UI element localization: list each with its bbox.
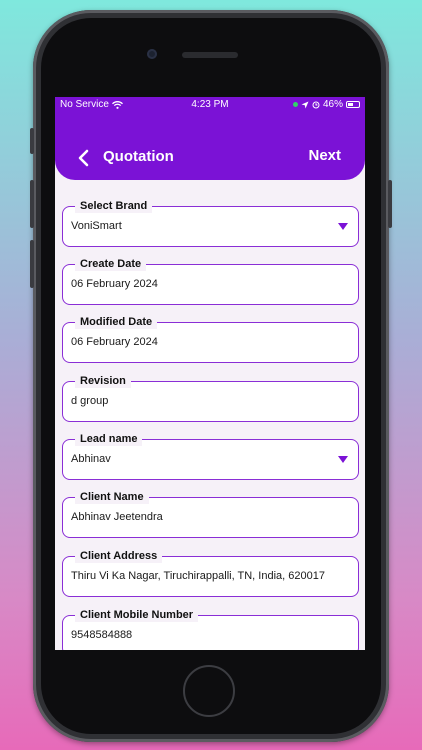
location-arrow-icon [301, 101, 309, 108]
back-chevron-icon[interactable] [77, 149, 91, 167]
field-value[interactable]: Thiru Vi Ka Nagar, Tiruchirappalli, TN, … [71, 570, 325, 582]
battery-level [348, 103, 353, 106]
front-camera [147, 49, 157, 59]
field-client-address[interactable]: Client Address Thiru Vi Ka Nagar, Tiruchi… [62, 549, 359, 597]
phone-volume-down [30, 240, 34, 288]
caret-down-icon[interactable] [338, 456, 348, 463]
page-title: Quotation [103, 148, 174, 165]
field-value[interactable]: 9548584888 [71, 629, 132, 641]
field-value[interactable]: Abhinav Jeetendra [71, 511, 163, 523]
caret-down-icon[interactable] [338, 223, 348, 230]
field-label: Revision [75, 374, 131, 388]
phone-side-button [30, 128, 34, 154]
field-label: Create Date [75, 257, 147, 271]
field-client-name[interactable]: Client Name Abhinav Jeetendra [62, 490, 359, 538]
dropdown-lead-name[interactable]: Lead name Abhinav [62, 432, 359, 480]
field-value[interactable]: 06 February 2024 [71, 278, 158, 290]
phone-power-button [388, 180, 392, 228]
field-value[interactable]: VoniSmart [71, 220, 122, 232]
field-value[interactable]: 06 February 2024 [71, 336, 158, 348]
home-button[interactable] [183, 665, 235, 717]
status-time: 4:23 PM [191, 99, 229, 110]
battery-icon [346, 101, 360, 108]
field-modified-date[interactable]: Modified Date 06 February 2024 [62, 315, 359, 363]
status-bar: No Service 4:23 PM 46% [55, 97, 365, 113]
field-revision[interactable]: Revision d group [62, 374, 359, 422]
field-label: Lead name [75, 432, 143, 446]
field-label: Select Brand [75, 199, 153, 213]
field-label: Client Address [75, 549, 163, 563]
phone-volume-up [30, 180, 34, 228]
active-indicator-icon [292, 102, 298, 107]
field-value[interactable]: Abhinav [71, 453, 111, 465]
field-create-date[interactable]: Create Date 06 February 2024 [62, 257, 359, 305]
battery-percent: 46% [322, 99, 343, 110]
alarm-icon [312, 101, 320, 108]
field-label: Modified Date [75, 315, 158, 329]
dropdown-select-brand[interactable]: Select Brand VoniSmart [62, 199, 359, 247]
next-button[interactable]: Next [308, 147, 341, 164]
field-value[interactable]: d group [71, 395, 108, 407]
field-client-mobile-number[interactable]: Client Mobile Number 9548584888 [62, 608, 359, 650]
earpiece-speaker [182, 52, 238, 58]
field-label: Client Mobile Number [75, 608, 199, 622]
app-screen: No Service 4:23 PM 46% Quotation Next Se… [55, 97, 365, 650]
app-header: No Service 4:23 PM 46% Quotation Next [55, 97, 365, 180]
field-label: Client Name [75, 490, 149, 504]
